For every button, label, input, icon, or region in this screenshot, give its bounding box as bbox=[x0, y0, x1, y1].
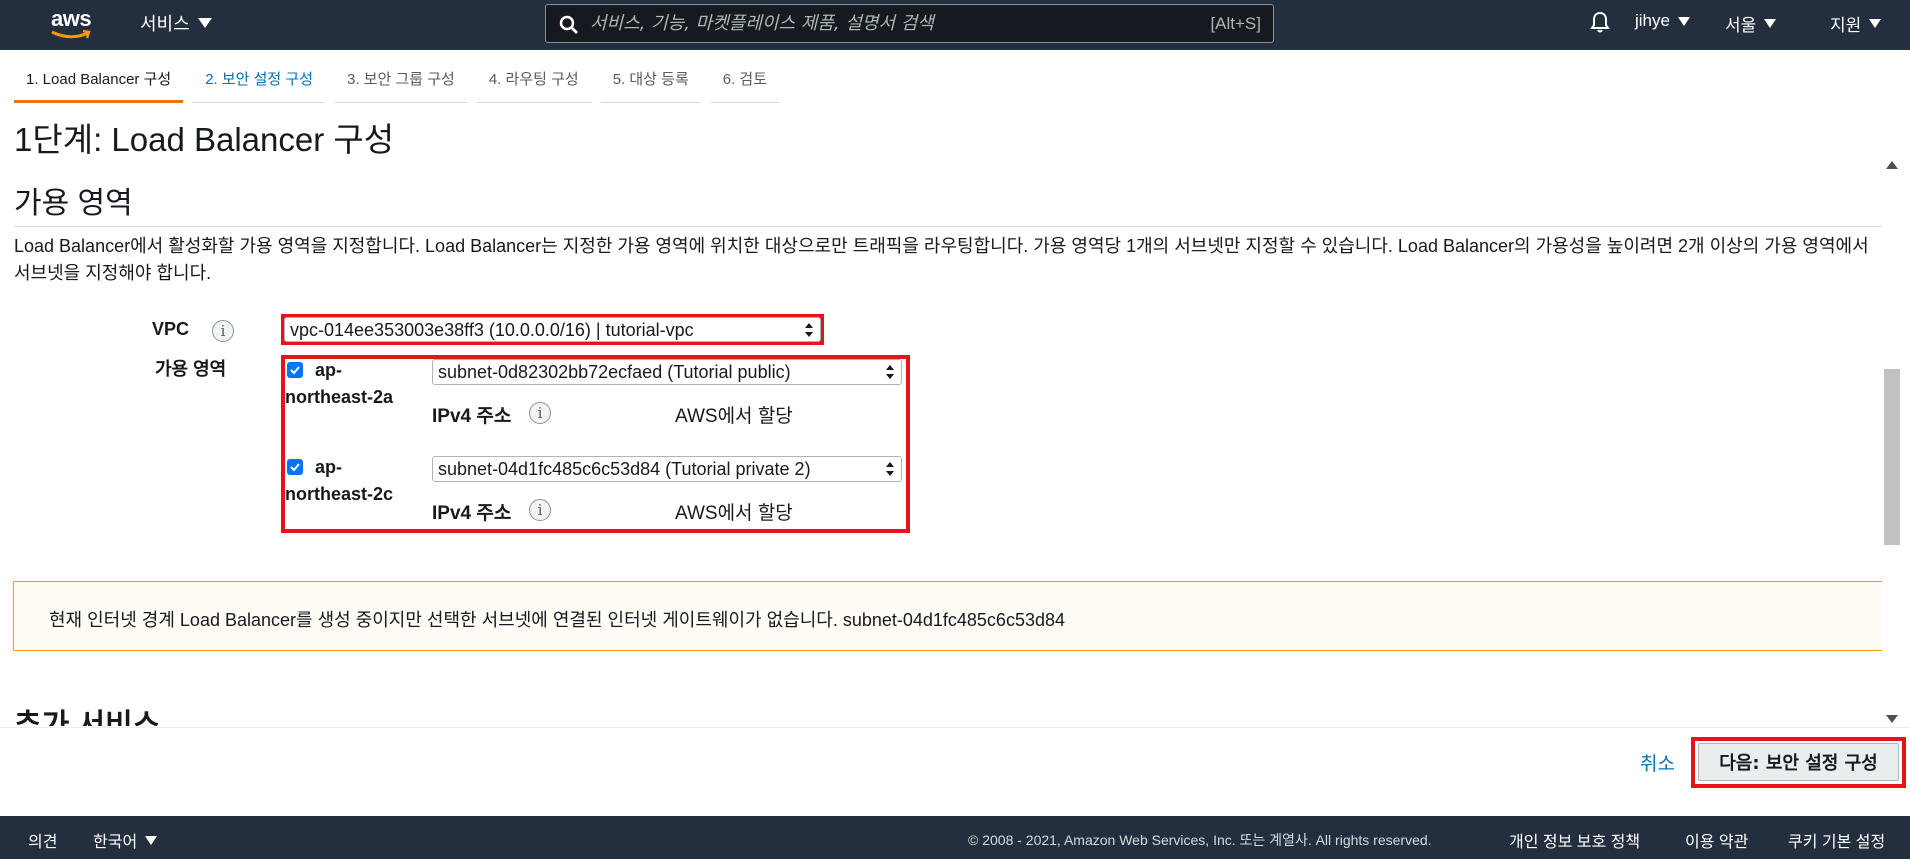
chevron-down-icon bbox=[197, 18, 212, 28]
warning-alert: 현재 인터넷 경계 Load Balancer를 생성 중이지만 선택한 서브넷… bbox=[13, 581, 1882, 651]
support-menu[interactable]: 지원 bbox=[1830, 11, 1882, 36]
next-button[interactable]: 다음: 보안 설정 구성 bbox=[1698, 743, 1899, 781]
vpc-select[interactable]: vpc-014ee353003e38ff3 (10.0.0.0/16) | tu… bbox=[284, 317, 821, 342]
scrollbar[interactable] bbox=[1882, 157, 1902, 727]
bell-icon[interactable] bbox=[1588, 10, 1612, 34]
step-2[interactable]: 2. 보안 설정 구성 bbox=[193, 58, 326, 103]
services-menu[interactable]: 서비스 bbox=[140, 10, 212, 36]
ipv4-label: IPv4 주소 bbox=[432, 503, 512, 524]
top-navigation: aws 서비스 [Alt+S] jihye 서울 지원 bbox=[0, 0, 1910, 50]
az-section-title: 가용 영역 bbox=[14, 187, 133, 220]
az-2c-name-line2: northeast-2c bbox=[285, 484, 394, 504]
feedback-link[interactable]: 의견 bbox=[28, 828, 57, 852]
step-1[interactable]: 1. Load Balancer 구성 bbox=[14, 58, 184, 103]
az-2c-checkbox[interactable] bbox=[287, 459, 303, 475]
ipv4-value: AWS에서 할당 bbox=[675, 406, 793, 427]
search-icon bbox=[559, 15, 578, 34]
chevron-down-icon bbox=[1764, 19, 1777, 28]
info-icon[interactable]: i bbox=[212, 320, 234, 342]
az-2a-checkbox[interactable] bbox=[287, 362, 303, 378]
checkbox-checked-icon bbox=[290, 463, 300, 472]
aws-smile-icon bbox=[51, 30, 91, 39]
az-2a-name-line1: ap- bbox=[315, 360, 342, 380]
cookie-link[interactable]: 쿠키 기본 설정 bbox=[1788, 828, 1885, 852]
privacy-link[interactable]: 개인 정보 보호 정책 bbox=[1509, 828, 1640, 852]
footer: 의견 한국어 © 2008 - 2021, Amazon Web Service… bbox=[0, 816, 1910, 859]
checkbox-checked-icon bbox=[290, 366, 300, 375]
language-menu[interactable]: 한국어 bbox=[93, 828, 158, 852]
chevron-down-icon bbox=[1869, 19, 1882, 28]
search-shortcut: [Alt+S] bbox=[1210, 14, 1261, 33]
region-menu[interactable]: 서울 bbox=[1725, 11, 1777, 36]
ipv4-label: IPv4 주소 bbox=[432, 406, 512, 427]
az-2a-name-line2: northeast-2a bbox=[285, 387, 394, 407]
step-3: 3. 보안 그룹 구성 bbox=[335, 58, 467, 103]
subnet-2c-select[interactable]: subnet-04d1fc485c6c53d84 (Tutorial priva… bbox=[432, 456, 902, 482]
ipv4-value: AWS에서 할당 bbox=[675, 503, 793, 524]
select-arrows-icon bbox=[805, 323, 813, 337]
info-icon[interactable]: i bbox=[529, 499, 551, 521]
search-box[interactable]: [Alt+S] bbox=[545, 4, 1274, 43]
aws-logo[interactable]: aws bbox=[48, 6, 98, 42]
scroll-up-icon[interactable] bbox=[1886, 161, 1898, 169]
az-description: Load Balancer에서 활성화할 가용 영역을 지정합니다. Load … bbox=[14, 236, 1869, 283]
chevron-down-icon bbox=[1677, 16, 1690, 26]
divider bbox=[0, 727, 1910, 728]
additional-services-title: 추가 서비스 bbox=[14, 709, 161, 726]
step-5: 5. 대상 등록 bbox=[600, 58, 701, 103]
select-arrows-icon bbox=[886, 462, 894, 476]
vpc-label: VPC bbox=[152, 319, 190, 339]
step-4: 4. 라우팅 구성 bbox=[476, 58, 591, 103]
cancel-link[interactable]: 취소 bbox=[1640, 749, 1675, 776]
scroll-thumb[interactable] bbox=[1884, 369, 1900, 545]
step-6: 6. 검토 bbox=[710, 58, 780, 103]
page-title: 1단계: Load Balancer 구성 bbox=[14, 121, 395, 158]
chevron-down-icon bbox=[145, 835, 158, 845]
info-icon[interactable]: i bbox=[529, 402, 551, 424]
wizard-steps: 1. Load Balancer 구성 2. 보안 설정 구성 3. 보안 그룹… bbox=[14, 58, 780, 103]
scroll-content: 가용 영역 Load Balancer에서 활성화할 가용 영역을 지정합니다.… bbox=[0, 158, 1882, 726]
subnet-2a-select[interactable]: subnet-0d82302bb72ecfaed (Tutorial publi… bbox=[432, 359, 902, 385]
az-label: 가용 영역 bbox=[155, 359, 227, 379]
user-menu[interactable]: jihye bbox=[1635, 11, 1690, 31]
copyright: © 2008 - 2021, Amazon Web Services, Inc.… bbox=[968, 832, 1432, 848]
divider bbox=[14, 226, 1882, 227]
terms-link[interactable]: 이용 약관 bbox=[1685, 828, 1748, 852]
warning-text: 현재 인터넷 경계 Load Balancer를 생성 중이지만 선택한 서브넷… bbox=[49, 610, 1065, 630]
scroll-down-icon[interactable] bbox=[1886, 715, 1898, 723]
search-input[interactable] bbox=[590, 5, 1150, 42]
select-arrows-icon bbox=[886, 365, 894, 379]
az-2c-name-line1: ap- bbox=[315, 457, 342, 477]
